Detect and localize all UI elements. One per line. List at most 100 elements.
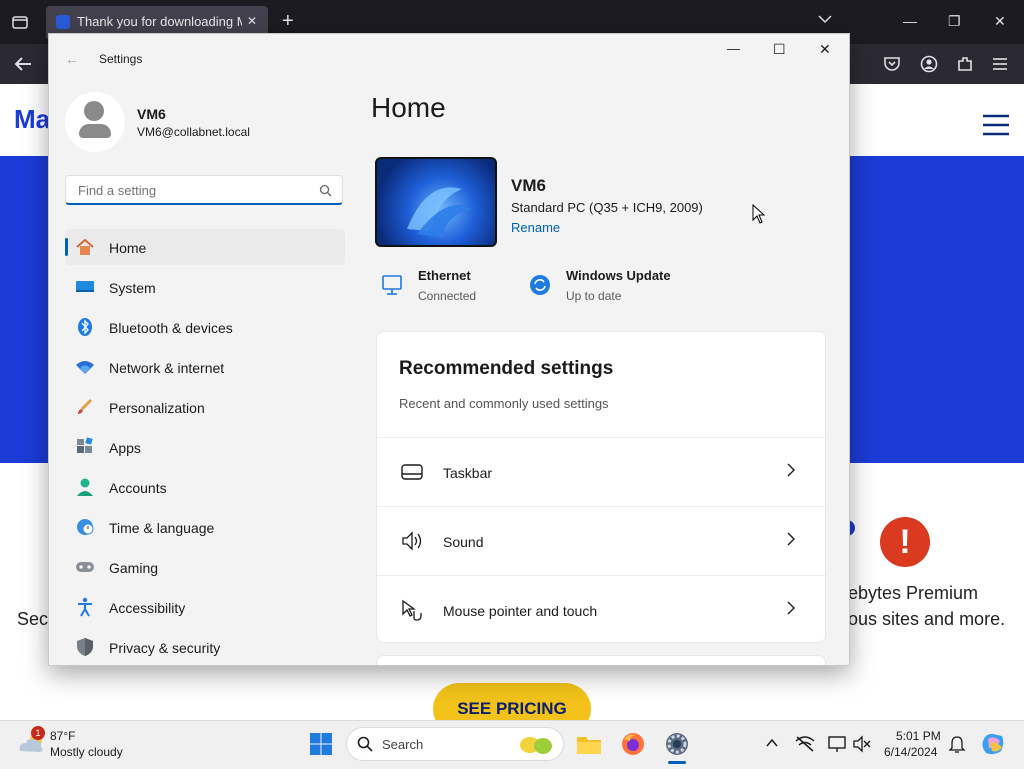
tab-favicon-icon xyxy=(56,15,70,29)
network-disconnected-icon[interactable] xyxy=(795,735,815,753)
start-windows-icon[interactable] xyxy=(309,732,333,756)
page-title: Home xyxy=(371,92,446,123)
user-email: VM6@collabnet.local xyxy=(137,125,250,139)
update-status-subtitle: Up to date xyxy=(566,289,622,303)
accessibility-icon xyxy=(75,597,95,617)
sidebar-item-personalization[interactable] xyxy=(65,389,345,425)
sidebar-item-label: Gaming xyxy=(109,560,159,576)
search-highlight-lemon-icon xyxy=(518,731,554,757)
sidebar-item-label: System xyxy=(109,280,156,296)
settings-close-button[interactable]: ✕ xyxy=(819,41,831,58)
avatar-head xyxy=(84,101,104,121)
recommended-item-sound[interactable]: Sound xyxy=(377,506,825,575)
sidebar-item-label: Accessibility xyxy=(109,600,186,616)
sidebar-item-gaming[interactable] xyxy=(65,549,345,585)
recommended-title: Recommended settings xyxy=(399,358,614,379)
account-icon[interactable] xyxy=(920,55,938,73)
ethernet-status-title[interactable]: Ethernet xyxy=(418,268,471,283)
taskbar-search-label: Search xyxy=(382,737,424,752)
page-text-left: Sec xyxy=(17,609,49,629)
settings-search-box[interactable] xyxy=(65,175,343,205)
pc-description: Standard PC (Q35 + ICH9, 2009) xyxy=(511,200,703,215)
settings-back-icon[interactable]: ← xyxy=(65,51,79,67)
brush-icon xyxy=(75,397,95,417)
pc-name: VM6 xyxy=(511,176,546,195)
taskbar-icon xyxy=(401,461,423,483)
settings-minimize-button[interactable]: — xyxy=(727,41,740,56)
weather-condition[interactable]: Mostly cloudy xyxy=(50,745,123,759)
taskbar-date[interactable]: 6/14/2024 xyxy=(884,745,937,759)
warning-icon: ! xyxy=(880,517,930,567)
search-icon[interactable] xyxy=(319,184,332,197)
new-tab-button[interactable]: + xyxy=(282,11,294,31)
apps-icon xyxy=(75,437,95,457)
search-icon xyxy=(357,736,373,752)
sidebar-item-system[interactable] xyxy=(65,269,345,305)
firefox-icon[interactable] xyxy=(620,731,646,757)
bluetooth-icon xyxy=(75,317,95,337)
sidebar-item-accessibility[interactable] xyxy=(65,589,345,625)
recommended-settings-card: Recommended settings Recent and commonly… xyxy=(376,331,826,643)
settings-maximize-button[interactable]: ☐ xyxy=(773,41,786,58)
mouse-cursor-icon xyxy=(752,204,766,224)
site-logo[interactable]: Ma xyxy=(14,104,50,135)
rename-link[interactable]: Rename xyxy=(511,220,560,235)
sidebar-item-accounts[interactable] xyxy=(65,469,345,505)
settings-search-input[interactable] xyxy=(76,176,320,204)
tab-list-icon[interactable] xyxy=(12,14,28,30)
file-explorer-icon[interactable] xyxy=(576,732,602,756)
speaker-icon xyxy=(401,530,423,552)
pointer-icon xyxy=(401,599,423,621)
notification-bell-icon[interactable] xyxy=(948,735,966,753)
sidebar-item-apps[interactable] xyxy=(65,429,345,465)
accounts-icon xyxy=(75,477,95,497)
weather-temp[interactable]: 87°F xyxy=(50,729,75,743)
settings-window-title: Settings xyxy=(99,52,143,66)
recommended-item-mouse[interactable]: Mouse pointer and touch xyxy=(377,575,825,644)
settings-card-partial xyxy=(376,655,826,665)
back-arrow-icon[interactable] xyxy=(14,56,32,72)
browser-restore-button[interactable]: ❐ xyxy=(948,14,961,28)
sidebar-item-label: Apps xyxy=(109,440,141,456)
update-icon xyxy=(529,274,551,296)
page-text-right-2: ous sites and more. xyxy=(848,609,1006,629)
active-app-indicator xyxy=(668,761,686,764)
chevron-right-icon xyxy=(787,532,795,546)
extensions-icon[interactable] xyxy=(956,55,974,73)
copilot-icon[interactable] xyxy=(980,731,1006,757)
recommended-item-label: Taskbar xyxy=(443,465,493,481)
user-name: VM6 xyxy=(137,106,166,122)
tray-chevron-up-icon[interactable] xyxy=(766,738,778,748)
settings-window: ← Settings — ☐ ✕ VM6 VM6@collabnet.local… xyxy=(48,33,850,666)
recommended-item-taskbar[interactable]: Taskbar xyxy=(377,437,825,506)
tab-title: Thank you for downloading Ma xyxy=(77,14,242,29)
sidebar-item-label: Bluetooth & devices xyxy=(109,320,233,336)
ethernet-status-subtitle: Connected xyxy=(418,289,477,303)
display-icon[interactable] xyxy=(828,735,846,753)
pocket-icon[interactable] xyxy=(883,56,901,72)
update-status-title[interactable]: Windows Update xyxy=(566,268,671,283)
system-icon xyxy=(75,277,95,297)
menu-icon[interactable] xyxy=(992,57,1008,71)
wifi-icon xyxy=(75,357,95,377)
recommended-item-label: Mouse pointer and touch xyxy=(443,603,598,619)
settings-gear-icon[interactable] xyxy=(663,730,691,758)
sidebar-item-label: Accounts xyxy=(109,480,167,496)
taskbar-time[interactable]: 5:01 PM xyxy=(896,729,941,743)
list-tabs-chevron-icon[interactable] xyxy=(818,14,832,24)
browser-minimize-button[interactable]: — xyxy=(903,14,917,28)
globe-clock-icon xyxy=(75,517,95,537)
sidebar-item-label: Personalization xyxy=(109,400,205,416)
hamburger-menu-icon[interactable] xyxy=(982,114,1010,136)
volume-muted-icon[interactable] xyxy=(853,735,871,753)
page-text-right-1: ebytes Premium xyxy=(848,583,979,603)
selected-indicator xyxy=(65,238,68,256)
sidebar-item-label: Home xyxy=(109,240,147,256)
sidebar-item-label: Time & language xyxy=(109,520,215,536)
sidebar-item-home[interactable] xyxy=(65,229,345,265)
tab-close-icon[interactable]: ✕ xyxy=(247,15,257,27)
chevron-right-icon xyxy=(787,463,795,477)
recommended-item-label: Sound xyxy=(443,534,484,550)
browser-close-button[interactable]: ✕ xyxy=(994,14,1006,28)
weather-badge: 1 xyxy=(31,726,45,740)
